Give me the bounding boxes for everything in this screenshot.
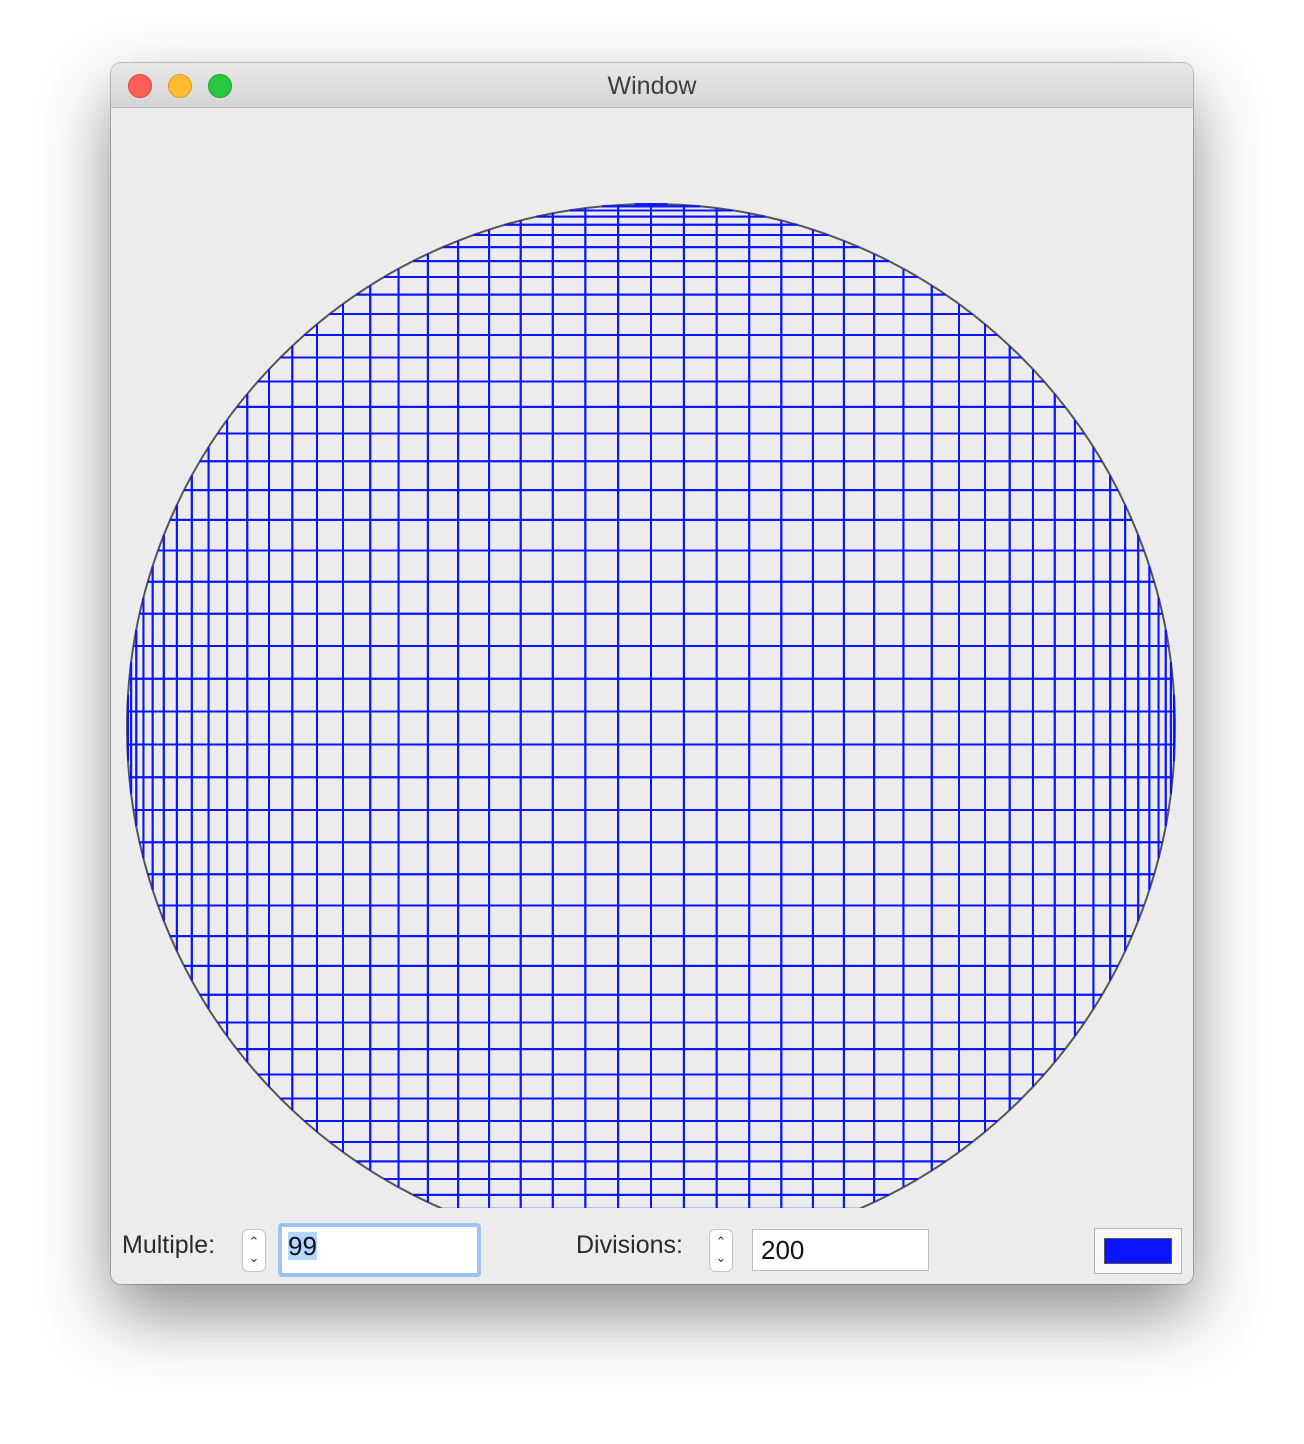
title-bar[interactable]: Window <box>111 63 1193 108</box>
divisions-stepper[interactable]: ⌃ ⌄ <box>709 1229 733 1272</box>
multiple-stepper[interactable]: ⌃ ⌄ <box>242 1229 266 1272</box>
color-well[interactable] <box>1094 1228 1182 1274</box>
stepper-up-icon[interactable]: ⌃ <box>243 1235 265 1249</box>
divisions-field[interactable]: 200 <box>752 1229 929 1271</box>
stepper-down-icon[interactable]: ⌄ <box>243 1251 265 1265</box>
color-swatch <box>1104 1238 1172 1264</box>
divisions-value: 200 <box>761 1235 805 1265</box>
divisions-label: Divisions: <box>576 1231 683 1259</box>
stepper-up-icon[interactable]: ⌃ <box>710 1235 732 1249</box>
multiple-value: 99 <box>288 1231 317 1261</box>
multiple-label: Multiple: <box>122 1231 216 1259</box>
app-window: Window Multiple: ⌃ ⌄ 99 Divisions: ⌃ ⌄ 2… <box>111 63 1193 1284</box>
window-title: Window <box>607 72 697 100</box>
times-table-canvas <box>126 203 1176 1208</box>
stepper-down-icon[interactable]: ⌄ <box>710 1251 732 1265</box>
multiple-field[interactable]: 99 <box>278 1223 481 1277</box>
